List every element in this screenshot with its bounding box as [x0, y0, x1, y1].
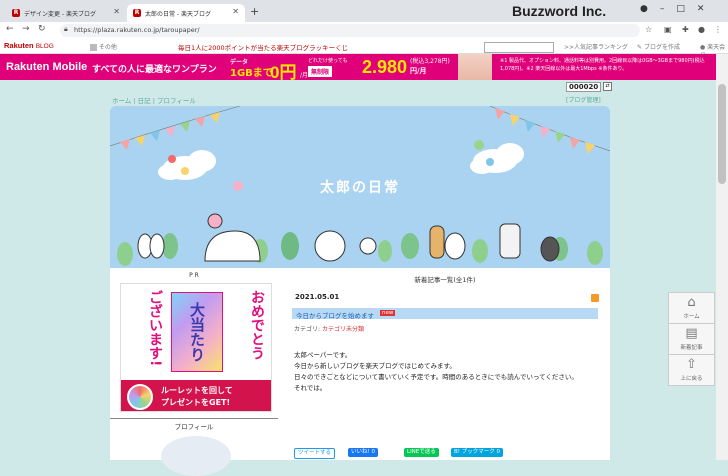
- blog-nav: ホーム | 日記 | プロフィール: [112, 97, 196, 105]
- category-link[interactable]: カテゴリ未分類: [322, 326, 364, 333]
- float-nav-home[interactable]: ⌂ ホーム: [668, 292, 715, 324]
- grid-icon: [90, 44, 97, 51]
- scrollbar-thumb[interactable]: [718, 84, 726, 184]
- menu-icon[interactable]: ⋮: [714, 25, 722, 34]
- sidebar-ad-image[interactable]: ございます! 大当たり おめでとう ルーレットを回して プレゼントをGET!: [120, 283, 272, 412]
- ad-button-line-1: ルーレットを回して: [161, 386, 233, 395]
- logo-main: Rakuten: [4, 41, 34, 50]
- star-icon[interactable]: ☆: [645, 25, 652, 34]
- category-label: カテゴリ:: [294, 326, 321, 333]
- nav-diary[interactable]: 日記: [138, 97, 151, 105]
- url-text: https://plaza.rakuten.co.jp/taroupaper/: [74, 26, 200, 34]
- float-nav-label: ホーム: [683, 314, 700, 320]
- float-nav-top[interactable]: ⇧ 上に戻る: [668, 354, 715, 386]
- hatena-bookmark-button[interactable]: B! ブックマーク 0: [451, 448, 503, 457]
- ad-note-line: ※1 製品代、オプション料、通話料等は別費用。2回線目以降は0GB～3GBまで9…: [500, 58, 705, 64]
- arrow-up-icon: ⇧: [686, 357, 697, 372]
- rakuten-blog-logo[interactable]: Rakuten BLOG: [4, 41, 54, 50]
- search-input[interactable]: [484, 42, 554, 53]
- window-controls[interactable]: ●–□✕: [640, 4, 716, 14]
- rakuten-favicon-icon: R: [133, 9, 141, 17]
- float-nav-label: 上に戻る: [680, 376, 703, 382]
- ad-data-amount: 1GBまで: [230, 68, 273, 79]
- nav-home[interactable]: ホーム: [112, 97, 131, 105]
- avatar: [161, 436, 231, 476]
- home-icon: ⌂: [687, 295, 696, 310]
- pr-label: P R: [189, 272, 199, 279]
- reload-icon[interactable]: ↻: [38, 24, 46, 34]
- profile-heading: プロフィール: [110, 418, 278, 431]
- nav-profile[interactable]: プロフィール: [157, 97, 196, 105]
- float-nav-new-posts[interactable]: ▤ 新着記事: [668, 323, 715, 355]
- float-nav-label: 新着記事: [680, 345, 703, 351]
- blog-title[interactable]: 太郎の日常: [110, 177, 610, 197]
- create-label: ブログを作成: [643, 44, 680, 51]
- post-category: カテゴリ: カテゴリ未分類: [294, 324, 364, 333]
- ad-brand: Rakuten Mobile: [6, 61, 88, 73]
- other-menu[interactable]: その他: [90, 42, 117, 51]
- ad-price-unit: 円/月: [410, 67, 427, 75]
- line-share-button[interactable]: LINEで送る: [404, 448, 439, 457]
- ad-notes: ※1 製品代、オプション料、通話料等は別費用。2回線目以降は0GB～3GBまで9…: [500, 57, 705, 73]
- pen-icon: ✎: [637, 44, 643, 51]
- puzzle-icon[interactable]: ✚: [682, 25, 689, 34]
- browser-tab-1[interactable]: R デザイン変更 - 楽天ブログ ✕: [6, 4, 126, 22]
- new-badge: new: [380, 310, 396, 316]
- tab-title: デザイン変更 - 楽天ブログ: [24, 10, 96, 18]
- document-icon: ▤: [685, 326, 698, 341]
- access-counter: 000020: [566, 82, 602, 92]
- ad-note-line: 1,078円)。※2 楽天回線以外は最大1Mbps ※条件あり。: [500, 66, 628, 72]
- back-icon[interactable]: ←: [6, 24, 14, 34]
- post-body-line: 日々のできごとなどについて書いていく予定です。時間のあるときにでも読んでいってく…: [294, 373, 578, 381]
- lucky-promo-link[interactable]: 毎日1人に2000ポイントが当たる楽天ブログラッキーくじ: [178, 42, 348, 52]
- post-title-link[interactable]: 今日からブログを始めます: [296, 310, 374, 320]
- logo-sub: BLOG: [35, 43, 54, 50]
- ad-congrats-1: おめでとう: [249, 290, 265, 360]
- ad-button-line-2: プレゼントをGET!: [161, 398, 231, 407]
- tab-title: 太郎の日常 - 楽天ブログ: [145, 10, 211, 18]
- rss-icon[interactable]: [591, 294, 599, 302]
- forward-icon[interactable]: →: [22, 24, 30, 34]
- rakuten-favicon-icon: R: [12, 9, 20, 17]
- post-body-line: 今日から新しいブログを楽天ブログではじめてみます。: [294, 362, 456, 370]
- ad-congrats-2: ございます!: [147, 290, 163, 367]
- counter-settings-icon[interactable]: ⇄: [603, 82, 612, 91]
- post-date: 2021.05.01: [295, 293, 340, 301]
- new-articles-heading: 新着記事一覧(全1件): [414, 276, 476, 284]
- ad-zero-unit: /月: [300, 72, 309, 79]
- ad-tax-note: (税込3,278円): [410, 58, 450, 65]
- ad-unlimited-note: どれだけ使っても: [308, 58, 348, 64]
- roulette-icon: [127, 384, 153, 410]
- member-icon: ●: [700, 44, 706, 51]
- lock-icon: 🔒︎: [64, 25, 68, 33]
- extension-icon[interactable]: ▣: [664, 25, 672, 34]
- trees: [117, 232, 603, 266]
- close-icon[interactable]: ✕: [232, 7, 239, 16]
- close-icon[interactable]: ✕: [113, 7, 120, 16]
- post-body-line: 太郎ペーパーです。: [294, 351, 352, 359]
- ranking-link[interactable]: >>人気記事ランキング: [564, 42, 628, 51]
- ad-jackpot-card: 大当たり: [171, 292, 223, 372]
- browser-tab-2[interactable]: R 太郎の日常 - 楽天ブログ ✕: [127, 4, 245, 22]
- profile-icon[interactable]: ●: [698, 25, 705, 34]
- post-body-line: それでは。: [294, 384, 327, 392]
- new-tab-button[interactable]: +: [250, 5, 259, 18]
- ad-free-badge: 無制限: [308, 66, 333, 77]
- like-button[interactable]: いいね! 0: [348, 448, 378, 457]
- ad-model-photo: [458, 54, 492, 80]
- bunting-flags: [120, 112, 220, 150]
- ad-zero-price: 0円: [270, 63, 297, 82]
- ad-price: 2.980: [362, 57, 408, 77]
- overlay-brand: Buzzword Inc.: [512, 3, 607, 19]
- tweet-button[interactable]: ツイートする: [294, 448, 336, 459]
- ad-roulette-button[interactable]: ルーレットを回して プレゼントをGET!: [121, 380, 271, 411]
- blog-manage-link[interactable]: [ブログ管理]: [566, 95, 601, 104]
- other-label: その他: [98, 44, 117, 51]
- ad-message: すべての人に最適なワンプラン: [92, 65, 217, 75]
- create-blog-link[interactable]: ✎ ブログを作成: [637, 42, 680, 51]
